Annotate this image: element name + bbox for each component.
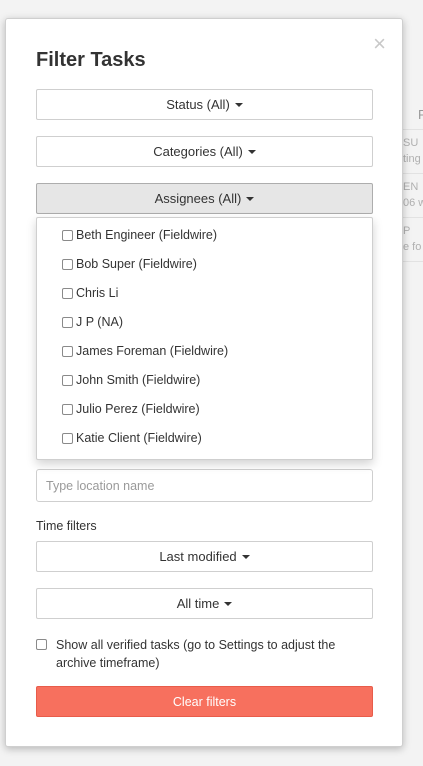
assignee-option[interactable]: Bob Super (Fieldwire) (62, 254, 197, 274)
assignee-option-label: Chris Li (76, 286, 119, 300)
assignee-option[interactable]: James Foreman (Fieldwire) (62, 341, 228, 361)
assignees-dropdown-label: Assignees (All) (154, 191, 242, 206)
assignee-option[interactable]: Chris Li (62, 283, 118, 303)
checkbox[interactable] (62, 345, 73, 357)
background-text: EN (403, 181, 419, 193)
assignee-option-label: Katie Client (Fieldwire) (76, 431, 202, 445)
assignee-option[interactable]: Beth Engineer (Fieldwire) (62, 225, 217, 245)
time-filters-label: Time filters (36, 519, 97, 533)
show-verified-checkbox[interactable] (36, 639, 47, 650)
time-range-dropdown[interactable]: All time (36, 588, 373, 619)
assignee-option[interactable]: Julio Perez (Fieldwire) (62, 399, 200, 419)
filter-tasks-modal: × Filter Tasks Status (All) Categories (… (5, 18, 403, 747)
background-column-header: P (418, 107, 423, 122)
assignee-option-label: Julio Perez (Fieldwire) (76, 402, 200, 416)
caret-down-icon (247, 149, 256, 154)
categories-dropdown[interactable]: Categories (All) (36, 136, 373, 167)
caret-down-icon (224, 601, 233, 606)
modal-title: Filter Tasks (36, 49, 146, 71)
close-icon[interactable]: × (373, 33, 386, 55)
checkbox[interactable] (62, 374, 73, 386)
background-text: e fo (403, 241, 422, 253)
checkbox[interactable] (62, 403, 73, 415)
assignee-option-label: Bob Super (Fieldwire) (76, 257, 197, 271)
assignee-option-label: John Smith (Fieldwire) (76, 373, 201, 387)
assignee-option[interactable]: J P (NA) (62, 312, 123, 332)
background-text: SU (403, 137, 419, 149)
caret-down-icon (234, 102, 243, 107)
checkbox[interactable] (62, 258, 73, 270)
background-text: ting (403, 153, 421, 165)
assignee-option-label: Beth Engineer (Fieldwire) (76, 228, 218, 242)
caret-down-icon (246, 196, 255, 201)
caret-down-icon (241, 554, 250, 559)
last-modified-dropdown[interactable]: Last modified (36, 541, 373, 572)
checkbox[interactable] (62, 316, 73, 328)
assignee-option-label: J P (NA) (76, 315, 123, 329)
assignees-menu: Beth Engineer (Fieldwire) Bob Super (Fie… (36, 217, 373, 460)
assignees-dropdown[interactable]: Assignees (All) (36, 183, 373, 214)
categories-dropdown-label: Categories (All) (153, 144, 243, 159)
time-range-dropdown-label: All time (176, 596, 220, 611)
assignee-option[interactable]: Katie Client (Fieldwire) (62, 428, 202, 448)
show-verified-label: Show all verified tasks (go to Settings … (56, 638, 336, 670)
assignee-option-label: James Foreman (Fieldwire) (76, 344, 229, 358)
assignee-option[interactable]: John Smith (Fieldwire) (62, 370, 200, 390)
location-search-input[interactable] (36, 469, 373, 502)
checkbox[interactable] (62, 229, 73, 241)
background-text: P (403, 225, 411, 237)
checkbox[interactable] (62, 432, 73, 444)
status-dropdown[interactable]: Status (All) (36, 89, 373, 120)
status-dropdown-label: Status (All) (166, 97, 230, 112)
show-verified-tasks-option[interactable]: Show all verified tasks (go to Settings … (36, 636, 376, 672)
clear-filters-button[interactable]: Clear filters (36, 686, 373, 717)
last-modified-dropdown-label: Last modified (159, 549, 237, 564)
background-text: 06 w (403, 197, 423, 209)
checkbox[interactable] (62, 287, 73, 299)
